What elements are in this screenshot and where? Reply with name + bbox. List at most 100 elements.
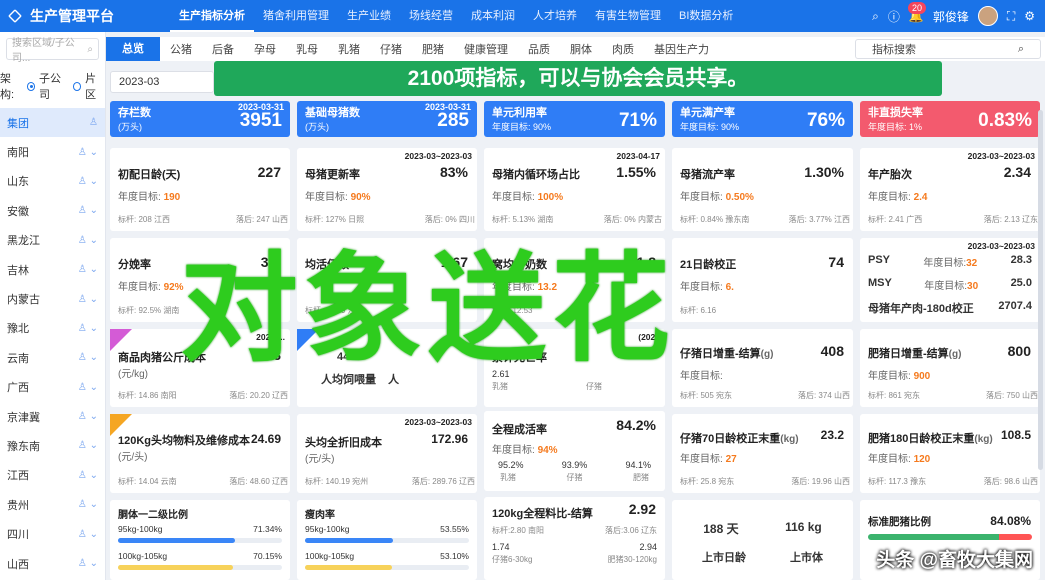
region-item[interactable]: 黑龙江 ♙ ⌄: [0, 226, 105, 255]
benchmark: 标杆: 25.8 宛东: [680, 477, 735, 486]
region-item[interactable]: 四川 ♙ ⌄: [0, 519, 105, 548]
stat-card[interactable]: 非直损失率 年度目标: 1% 0.83%: [860, 101, 1040, 137]
tab[interactable]: 公猪: [160, 41, 202, 57]
metric-card[interactable]: 2023-03~2023-03 年产胎次 2.34 年度目标: 2.4 标杆: …: [860, 148, 1040, 231]
region-label: 内蒙古: [7, 294, 40, 307]
laggard: 落后: 98.6 山西: [983, 477, 1038, 486]
tab[interactable]: 后备: [202, 41, 244, 57]
region-item[interactable]: 京津冀 ♙ ⌄: [0, 402, 105, 431]
goal-label: 年度目标:: [305, 192, 348, 203]
arch-label: 架构:: [0, 73, 15, 101]
region-item[interactable]: 内蒙古 ♙ ⌄: [0, 284, 105, 313]
region-item[interactable]: 豫东南 ♙ ⌄: [0, 431, 105, 460]
tab[interactable]: 健康管理: [454, 41, 518, 57]
nav-item[interactable]: 猪舍利用管理: [254, 0, 338, 32]
carcass-card[interactable]: 胴体一二级比例 95kg-100kg 71.34% 100kg-105kg 70.1…: [110, 500, 290, 580]
radio-label: 片区: [85, 73, 97, 101]
tab[interactable]: 肉质: [602, 41, 644, 57]
metric-title: 肥猪日增重-结算: [868, 348, 949, 360]
region-item[interactable]: 广西 ♙ ⌄: [0, 373, 105, 402]
app-logo[interactable]: 生产管理平台: [0, 6, 170, 26]
nav-item[interactable]: 人才培养: [524, 0, 586, 32]
tab[interactable]: 基因生产力: [644, 41, 719, 57]
stat-card[interactable]: 单元满产率 年度目标: 90% 76%: [672, 101, 853, 137]
avatar[interactable]: [977, 6, 998, 26]
user-name[interactable]: 郭俊锋: [933, 8, 969, 25]
region-item[interactable]: 江西 ♙ ⌄: [0, 461, 105, 490]
nav-item[interactable]: 有害生物管理: [586, 0, 670, 32]
nav-item[interactable]: BI数据分析: [670, 0, 742, 32]
month-picker[interactable]: 2023-03: [110, 71, 214, 93]
region-item[interactable]: 山西 ♙ ⌄: [0, 549, 105, 578]
user-chevron-icon: ♙ ⌄: [77, 469, 98, 481]
top-bar: 生产管理平台 生产指标分析 猪舍利用管理 生产业绩 场线经营 成本利润 人才培养…: [0, 0, 1045, 32]
goal-label: 年度目标:: [868, 454, 911, 465]
market-card[interactable]: 188 天 116 kg 上市日龄 上市体: [672, 500, 853, 580]
metric-card[interactable]: 肥猪180日龄校正末重(kg) 108.5 年度目标: 120 标杆: 117.…: [860, 414, 1040, 493]
metric-unit: (kg): [780, 434, 799, 445]
radio-subsidiary[interactable]: [26, 81, 35, 91]
tab[interactable]: 肥猪: [412, 41, 454, 57]
stat-card[interactable]: 存栏数 (万头) 2023-03-31 3951: [110, 101, 290, 137]
search-icon[interactable]: ⌕: [872, 9, 879, 24]
survival-label: 肥猪: [633, 473, 649, 482]
metric-value: 1.55%: [616, 164, 656, 180]
metric-card[interactable]: 仔猪70日龄校正末重(kg) 23.2 年度目标: 27 标杆: 25.8 宛东…: [672, 414, 853, 493]
user-chevron-icon: ♙ ⌄: [77, 440, 98, 452]
region-item[interactable]: 集团 ♙: [0, 108, 105, 138]
metric-title: 胴体一二级比例: [118, 510, 188, 521]
tab[interactable]: 仔猪: [370, 41, 412, 57]
region-label: 安徽: [7, 205, 29, 218]
psy-card[interactable]: 2023-03~2023-03 PSY 年度目标:32 28.3 MSY 年度目标:3…: [860, 238, 1040, 322]
region-search-input[interactable]: 搜索区域/子公司... ⌕: [6, 38, 99, 64]
benchmark: 标杆: 140.19 宛州: [305, 477, 369, 486]
tab[interactable]: 胴体: [560, 41, 602, 57]
radio-district[interactable]: [72, 81, 82, 91]
lean-card[interactable]: 瘦肉率 95kg-100kg 53.55% 100kg-105kg 53.10%: [297, 500, 477, 580]
tab-overview[interactable]: 总览: [106, 37, 160, 61]
stat-card[interactable]: 单元利用率 年度目标: 90% 71%: [484, 101, 665, 137]
goal-value: 190: [163, 192, 181, 203]
settings-icon[interactable]: ⚙: [1024, 9, 1035, 23]
feed-label: 肥猪30-120kg: [607, 555, 657, 564]
sidebar: 搜索区域/子公司... ⌕ 架构: 子公司 片区 集团 ♙ 南阳 ♙ ⌄ 山东 ♙ ⌄ …: [0, 32, 106, 580]
nav-item[interactable]: 成本利润: [462, 0, 524, 32]
scrollbar[interactable]: [1038, 110, 1043, 470]
tab[interactable]: 孕母: [244, 41, 286, 57]
region-item[interactable]: 安徽 ♙ ⌄: [0, 196, 105, 225]
region-item[interactable]: 南阳 ♙ ⌄: [0, 137, 105, 166]
region-item[interactable]: 贵州 ♙ ⌄: [0, 490, 105, 519]
help-icon[interactable]: ⓘ: [888, 8, 900, 25]
region-label: 南阳: [7, 147, 29, 160]
region-item[interactable]: 吉林 ♙ ⌄: [0, 255, 105, 284]
survival-card[interactable]: 全程成活率 84.2% 年度目标: 94% 95.2% 93.9% 94.1% 乳猪…: [484, 411, 665, 491]
stat-value: 3951: [239, 110, 282, 131]
tab[interactable]: 品质: [518, 41, 560, 57]
metric-card[interactable]: 120Kg头均物料及维修成本 (元/头) 24.69 标杆: 14.04 云南落…: [110, 414, 290, 493]
metric-card[interactable]: 肥猪日增重-结算(g) 800 年度目标: 900 标杆: 861 宛东 落后: …: [860, 329, 1040, 407]
expand-icon[interactable]: ⛶: [1007, 9, 1015, 24]
nav-item[interactable]: 场线经营: [400, 0, 462, 32]
region-label: 贵州: [7, 499, 29, 512]
goal-value: 30: [967, 281, 979, 292]
region-item[interactable]: 豫北 ♙ ⌄: [0, 314, 105, 343]
stat-card[interactable]: 基础母猪数 (万头) 2023-03-31 285: [297, 101, 477, 137]
region-item[interactable]: 云南 ♙ ⌄: [0, 343, 105, 372]
nav-item[interactable]: 生产业绩: [338, 0, 400, 32]
tab[interactable]: 乳猪: [328, 41, 370, 57]
architecture-switch: 架构: 子公司 片区: [0, 66, 105, 108]
region-item[interactable]: 山东 ♙ ⌄: [0, 167, 105, 196]
indicator-search-input[interactable]: 指标搜索 ⌕: [855, 39, 1041, 59]
metric-title: 仔猪70日龄校正末重: [680, 433, 781, 445]
goal-value: 2.4: [913, 192, 928, 203]
nav-item[interactable]: 生产指标分析: [170, 0, 254, 32]
tab[interactable]: 乳母: [286, 41, 328, 57]
user-chevron-icon: ♙ ⌄: [77, 411, 98, 423]
feed-card[interactable]: 120kg全程料比-结算 2.92 标杆:2.80 南阳 落后:3.06 辽东 1…: [484, 497, 665, 580]
metric-card[interactable]: 2023-03~2023-03 头均全折旧成本 (元/头) 172.96 标杆:…: [297, 414, 477, 493]
metric-date: 2023-03~2023-03: [404, 417, 472, 427]
goal-label: 年度目标:: [924, 281, 968, 292]
main-nav: 生产指标分析 猪舍利用管理 生产业绩 场线经营 成本利润 人才培养 有害生物管理…: [170, 0, 742, 32]
psy-label: PSY: [868, 254, 891, 266]
metric-value: 23.2: [820, 428, 844, 442]
